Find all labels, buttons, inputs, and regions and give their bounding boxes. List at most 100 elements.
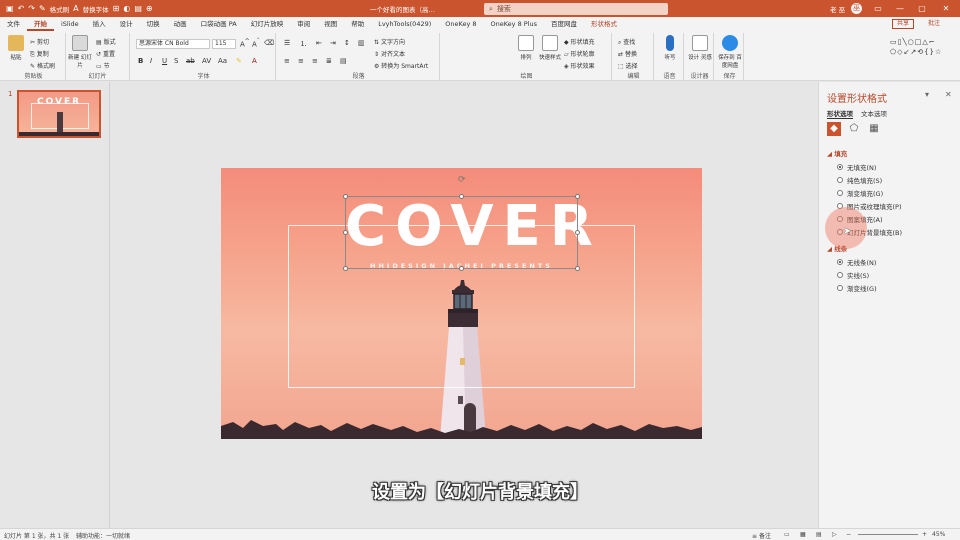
zoom-out-icon[interactable]: − bbox=[846, 531, 851, 538]
qat-replace-font-label[interactable]: 替换字体 bbox=[83, 4, 109, 14]
save-icon[interactable]: ▣ bbox=[6, 4, 14, 13]
fill-line-icon[interactable]: ◆ bbox=[827, 122, 841, 136]
qat-tool-icon[interactable]: ▤ bbox=[134, 4, 142, 13]
fill-option-solid[interactable]: 纯色填充(S) bbox=[837, 175, 882, 185]
new-slide-button[interactable]: 新建 幻灯片 bbox=[68, 35, 92, 69]
tab-view[interactable]: 视图 bbox=[317, 17, 344, 31]
justify-icon[interactable]: ≣ bbox=[326, 57, 332, 65]
shape-fill-button[interactable]: ◆ 形状填充 bbox=[564, 37, 595, 46]
find-button[interactable]: ⌕ 查找 bbox=[618, 37, 635, 47]
tab-pocket-animation[interactable]: 口袋动画 PA bbox=[194, 17, 244, 31]
tab-review[interactable]: 审阅 bbox=[290, 17, 317, 31]
fill-section-header[interactable]: ◢ 填充 bbox=[827, 148, 847, 158]
shapes-gallery[interactable]: ▭▯╲○□△⌐ ⬠◇↙↗⟲{}☆ bbox=[890, 37, 952, 67]
line-option-solid[interactable]: 实线(S) bbox=[837, 270, 869, 280]
font-replace-icon[interactable]: A bbox=[73, 4, 78, 13]
maximize-icon[interactable]: ▢ bbox=[912, 0, 932, 17]
tab-shape-options[interactable]: 形状选项 bbox=[827, 108, 853, 119]
section-button[interactable]: ▭ 节 bbox=[96, 61, 110, 70]
resize-handle[interactable] bbox=[343, 194, 348, 199]
paste-button[interactable]: 粘贴 bbox=[4, 35, 28, 61]
tab-help[interactable]: 帮助 bbox=[344, 17, 371, 31]
tab-onekey-8[interactable]: OneKey 8 bbox=[438, 17, 483, 31]
align-text-button[interactable]: ⇕ 对齐文本 bbox=[374, 49, 405, 58]
font-name-select[interactable]: 思源宋体 CN Bold bbox=[136, 39, 210, 49]
normal-view-icon[interactable]: ▭ bbox=[784, 531, 790, 538]
decrease-indent-icon[interactable]: ⇤ bbox=[316, 39, 322, 47]
resize-handle[interactable] bbox=[459, 194, 464, 199]
save-to-baidu-button[interactable]: 保存到 百度网盘 bbox=[718, 35, 742, 69]
tab-shape-format[interactable]: 形状格式 bbox=[584, 17, 624, 31]
tab-transitions[interactable]: 切换 bbox=[140, 17, 167, 31]
numbering-icon[interactable]: ⒈ bbox=[300, 39, 307, 49]
quick-styles-button[interactable]: 快速样式 bbox=[538, 35, 562, 61]
tab-home[interactable]: 开始 bbox=[27, 17, 54, 31]
arrange-button[interactable]: 排列 bbox=[514, 35, 538, 61]
clear-format-icon[interactable]: ⌫ bbox=[264, 39, 274, 47]
bullets-icon[interactable]: ☰ bbox=[284, 39, 290, 47]
avatar[interactable]: 巫 bbox=[851, 3, 862, 14]
smartart-button[interactable]: ⚙ 转换为 SmartArt bbox=[374, 61, 428, 70]
bold-icon[interactable]: B bbox=[138, 57, 143, 65]
reset-button[interactable]: ↺ 重置 bbox=[96, 49, 115, 58]
format-painter-icon[interactable]: ✎ bbox=[39, 4, 46, 13]
resize-handle[interactable] bbox=[575, 266, 580, 271]
pane-close-icon[interactable]: ✕ bbox=[945, 90, 952, 99]
select-button[interactable]: ⬚ 选择 bbox=[618, 61, 638, 70]
font-color-icon[interactable]: A bbox=[252, 57, 257, 65]
decrease-font-icon[interactable]: Aˇ bbox=[252, 39, 260, 48]
zoom-level[interactable]: 45% bbox=[932, 531, 945, 538]
tab-baidu-netdisk[interactable]: 百度网盘 bbox=[544, 17, 584, 31]
underline-icon[interactable]: U bbox=[162, 57, 167, 65]
user-name[interactable]: 老 巫 bbox=[830, 4, 845, 14]
format-painter-button[interactable]: ✎ 格式刷 bbox=[30, 61, 55, 70]
align-left-icon[interactable]: ≡ bbox=[284, 57, 290, 65]
distributed-icon[interactable]: ▤ bbox=[340, 57, 347, 65]
shape-effects-button[interactable]: ◈ 形状效果 bbox=[564, 61, 595, 70]
line-option-gradient[interactable]: 渐变线(G) bbox=[837, 283, 877, 293]
redo-icon[interactable]: ↷ bbox=[28, 4, 35, 13]
rotate-handle-icon[interactable]: ⟳ bbox=[458, 175, 466, 185]
comments-button[interactable]: 批注 bbox=[924, 19, 944, 29]
font-size-select[interactable]: 115 bbox=[212, 39, 236, 49]
ribbon-display-icon[interactable]: ▭ bbox=[868, 0, 888, 17]
tab-design[interactable]: 设计 bbox=[113, 17, 140, 31]
notes-button[interactable]: ≡ 备注 bbox=[752, 531, 771, 540]
align-right-icon[interactable]: ≡ bbox=[312, 57, 318, 65]
align-center-icon[interactable]: ≡ bbox=[298, 57, 304, 65]
text-direction-button[interactable]: ⇅ 文字方向 bbox=[374, 37, 405, 46]
slide-canvas[interactable]: COVER HHIDESIGN JACHEI PRESENTS ⟳ bbox=[221, 168, 702, 439]
change-case-icon[interactable]: Aa bbox=[218, 57, 227, 65]
tab-islide[interactable]: iSlide bbox=[54, 17, 86, 31]
effects-icon[interactable]: ⬠ bbox=[847, 122, 861, 136]
resize-handle[interactable] bbox=[343, 230, 348, 235]
accessibility-status[interactable]: 辅助功能：一切就绪 bbox=[76, 531, 130, 540]
minimize-icon[interactable]: — bbox=[890, 0, 910, 17]
qat-tool-icon[interactable]: ◐ bbox=[123, 4, 130, 13]
shape-outline-button[interactable]: ▱ 形状轮廓 bbox=[564, 49, 595, 58]
columns-icon[interactable]: ▥ bbox=[358, 39, 365, 47]
pane-options-icon[interactable]: ▾ bbox=[925, 90, 929, 99]
resize-handle[interactable] bbox=[343, 266, 348, 271]
spacing-icon[interactable]: AV bbox=[202, 57, 211, 65]
tab-lvyhtools[interactable]: LvyhTools(0429) bbox=[371, 17, 438, 31]
resize-handle[interactable] bbox=[575, 230, 580, 235]
tab-animations[interactable]: 动画 bbox=[167, 17, 194, 31]
tab-text-options[interactable]: 文本选项 bbox=[861, 108, 887, 118]
line-spacing-icon[interactable]: ↕ bbox=[344, 39, 350, 47]
zoom-slider[interactable] bbox=[858, 534, 918, 535]
zoom-in-icon[interactable]: + bbox=[922, 531, 927, 538]
fill-option-none[interactable]: 无填充(N) bbox=[837, 162, 876, 172]
dictate-button[interactable]: 听写 bbox=[658, 35, 682, 61]
qat-tool-icon[interactable]: ⊞ bbox=[113, 4, 120, 13]
shadow-icon[interactable]: S bbox=[174, 57, 178, 65]
qat-format-painter-label[interactable]: 格式刷 bbox=[50, 4, 70, 14]
increase-font-icon[interactable]: A^ bbox=[240, 39, 250, 48]
design-ideas-button[interactable]: 设计 灵感 bbox=[688, 35, 712, 61]
qat-tool-icon[interactable]: ⊕ bbox=[146, 4, 153, 13]
tab-onekey-8-plus[interactable]: OneKey 8 Plus bbox=[484, 17, 545, 31]
line-option-none[interactable]: 无线条(N) bbox=[837, 257, 876, 267]
size-properties-icon[interactable]: ▦ bbox=[867, 122, 881, 136]
italic-icon[interactable]: I bbox=[150, 57, 152, 65]
strikethrough-icon[interactable]: ab bbox=[186, 57, 195, 65]
